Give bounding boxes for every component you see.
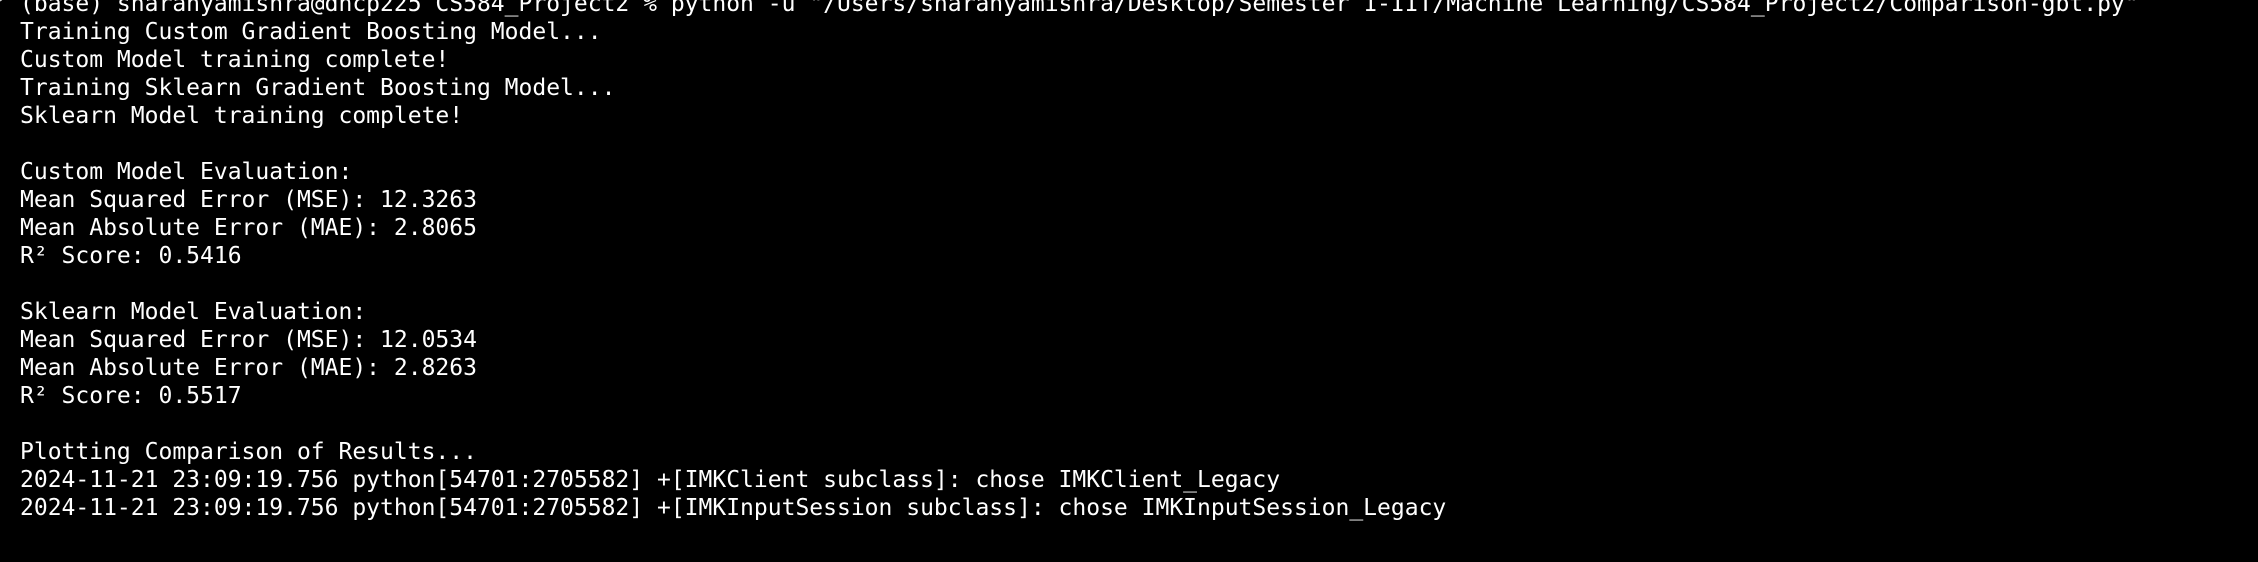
output-line: Sklearn Model training complete!	[20, 103, 464, 129]
command-line: (base) sharanyamishra@dhcp225 CS584_Proj…	[20, 0, 2139, 17]
terminal-output: (base) sharanyamishra@dhcp225 CS584_Proj…	[20, 0, 2139, 522]
prompt-marker-icon	[0, 0, 4, 2]
terminal-window[interactable]: (base) sharanyamishra@dhcp225 CS584_Proj…	[0, 0, 2258, 562]
output-line: Custom Model training complete!	[20, 47, 450, 73]
output-line: Mean Squared Error (MSE): 12.3263	[20, 187, 477, 213]
output-line: Training Custom Gradient Boosting Model.…	[20, 19, 602, 45]
output-line: Mean Absolute Error (MAE): 2.8263	[20, 355, 477, 381]
output-line: Training Sklearn Gradient Boosting Model…	[20, 75, 616, 101]
output-line: 2024-11-21 23:09:19.756 python[54701:270…	[20, 467, 1281, 493]
output-line: Mean Squared Error (MSE): 12.0534	[20, 327, 477, 353]
output-line: R² Score: 0.5517	[20, 383, 242, 409]
output-line: R² Score: 0.5416	[20, 243, 242, 269]
output-line: Mean Absolute Error (MAE): 2.8065	[20, 215, 477, 241]
output-line: 2024-11-21 23:09:19.756 python[54701:270…	[20, 495, 1447, 521]
output-line: Sklearn Model Evaluation:	[20, 299, 367, 325]
output-line: Plotting Comparison of Results...	[20, 439, 477, 465]
output-line: Custom Model Evaluation:	[20, 159, 353, 185]
